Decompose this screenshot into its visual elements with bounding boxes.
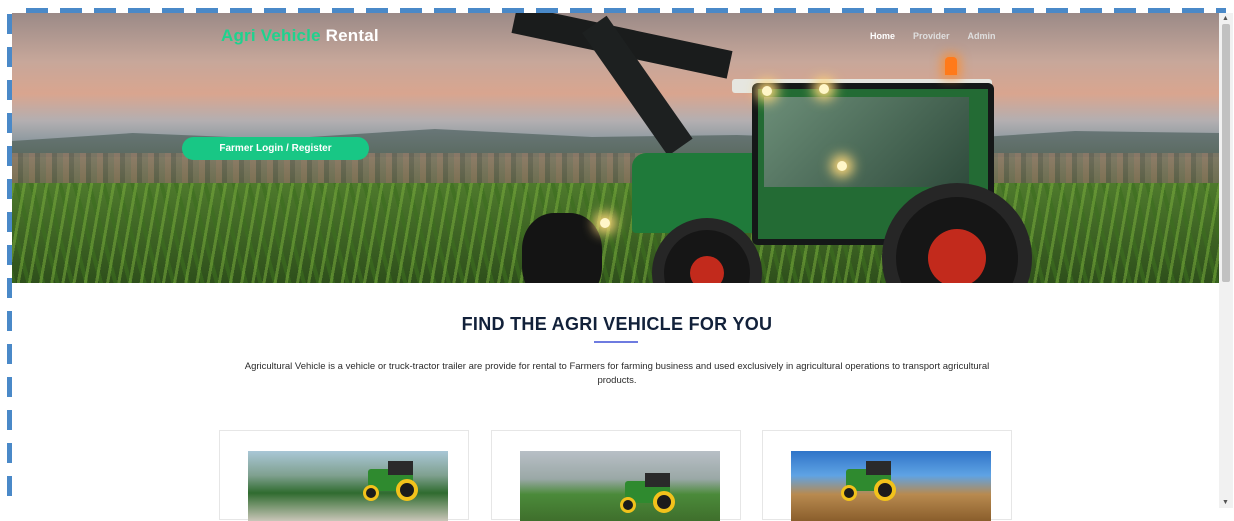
vehicle-card-image[interactable]: [791, 451, 991, 521]
section-description: Agricultural Vehicle is a vehicle or tru…: [244, 361, 990, 386]
vehicle-card[interactable]: [491, 430, 741, 521]
tractor-icon: [358, 461, 428, 501]
section-title: FIND THE AGRI VEHICLE FOR YOU: [461, 314, 773, 334]
tractor-headlight: [837, 161, 847, 171]
page-scrollbar[interactable]: ▲ ▼: [1219, 13, 1233, 508]
scrollbar-thumb[interactable]: [1222, 24, 1230, 282]
tractor-roof-light: [762, 86, 772, 96]
vehicle-card-image[interactable]: [520, 451, 720, 521]
vehicle-card[interactable]: [762, 430, 1012, 521]
tractor-icon: [836, 461, 906, 501]
scroll-down-arrow-icon[interactable]: ▼: [1222, 499, 1229, 506]
site-brand[interactable]: Agri Vehicle Rental: [221, 26, 379, 46]
nav-admin[interactable]: Admin: [968, 31, 996, 41]
title-underline: [594, 341, 638, 343]
tractor-icon: [615, 473, 685, 513]
farmer-login-register-button[interactable]: Farmer Login / Register: [182, 137, 369, 160]
scroll-up-arrow-icon[interactable]: ▲: [1222, 15, 1229, 22]
brand-name-accent: Agri Vehicle: [221, 26, 321, 45]
tractor-front-implement: [522, 213, 602, 283]
tractor-headlight: [600, 218, 610, 228]
main-nav: Home Provider Admin: [870, 31, 996, 41]
brand-name-suffix: Rental: [325, 26, 379, 45]
tractor-window: [764, 97, 969, 187]
tractor-roof-light: [819, 84, 829, 94]
hero-tractor-image: [482, 13, 1082, 283]
tractor-beacon-light: [945, 57, 957, 75]
nav-provider[interactable]: Provider: [913, 31, 950, 41]
vehicle-card-image[interactable]: [248, 451, 448, 521]
vehicle-card[interactable]: [219, 430, 469, 521]
nav-home[interactable]: Home: [870, 31, 895, 41]
